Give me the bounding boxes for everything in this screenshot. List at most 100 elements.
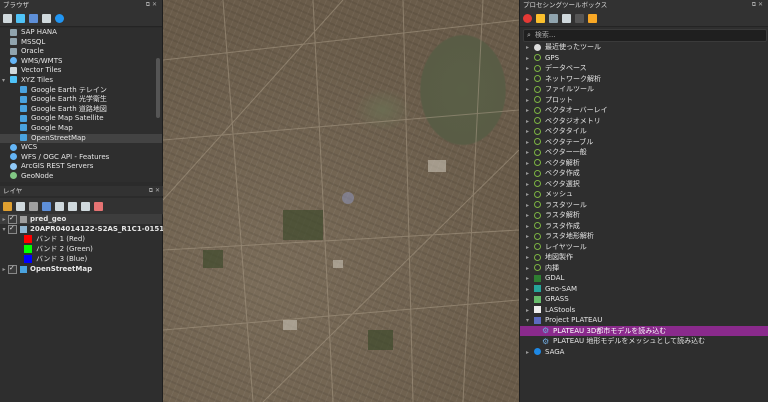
- history-icon[interactable]: [549, 13, 558, 23]
- toolbox-item-lastools[interactable]: ▸ LAStools: [520, 305, 768, 316]
- xyz-tiles-icon: [10, 76, 17, 84]
- layer-openstreetmap[interactable]: ▸OpenStreetMap: [0, 263, 162, 275]
- qgis-icon: [534, 211, 541, 219]
- geonode-icon: [10, 172, 17, 180]
- layer-checkbox[interactable]: [8, 263, 17, 274]
- layer-raster[interactable]: ▾20APR04014122-S2AS_R1C1-01519: [0, 223, 169, 234]
- info-icon[interactable]: [55, 13, 64, 23]
- toolbox-item-plateau-3d-city[interactable]: ⚙ PLATEAU 3D都市モデルを読み込む: [520, 325, 768, 336]
- options-icon[interactable]: [588, 13, 597, 23]
- gear-icon: ⚙: [542, 326, 550, 335]
- panel-window-controls[interactable]: ⧉✕: [146, 0, 159, 10]
- toolbox-item-grass[interactable]: ▸ GRASS: [520, 294, 768, 305]
- tree-item-openstreetmap[interactable]: OpenStreetMap: [0, 133, 162, 144]
- toolbox-search-input[interactable]: ⌕ 検索...: [523, 29, 767, 42]
- tree-item-xyz-child[interactable]: Google Earth 光学衛生: [0, 95, 162, 105]
- tree-item-xyz-tiles[interactable]: ▾ XYZ Tiles: [0, 76, 162, 86]
- toolbox-item[interactable]: ▸ ベクター一般: [520, 147, 768, 158]
- tree-item-oracle[interactable]: Oracle: [0, 47, 162, 57]
- remove-layer-icon[interactable]: [94, 201, 103, 211]
- tree-item-xyz-child[interactable]: Google Earth 道路地図: [0, 105, 162, 115]
- toolbox-item[interactable]: ▸ ラスタ作成: [520, 221, 768, 232]
- panel-window-controls[interactable]: ⧉✕: [149, 186, 162, 196]
- layer-pred-geo[interactable]: ▸pred_geo: [0, 213, 162, 224]
- qgis-icon: [534, 232, 541, 240]
- qgis-icon: [534, 264, 541, 271]
- tree-item-xyz-child[interactable]: Google Map: [0, 124, 162, 134]
- collapse-all-icon[interactable]: [42, 13, 51, 23]
- tree-item-xyz-child[interactable]: Google Earth テレイン: [0, 86, 162, 96]
- tree-item-wfs[interactable]: WFS / OGC API - Features: [0, 153, 162, 163]
- browser-toolbar: [0, 10, 162, 27]
- toolbox-item[interactable]: ▸ ラスタ解析: [520, 210, 768, 221]
- tree-item-vector-tiles[interactable]: Vector Tiles: [0, 66, 162, 76]
- filter-icon[interactable]: [29, 13, 38, 23]
- toolbox-item[interactable]: ▸ ベクタ作成: [520, 168, 768, 179]
- toolbox-panel-title: プロセシングツールボックス ⧉✕: [520, 0, 768, 10]
- toolbox-item[interactable]: ▸ GPS: [520, 53, 768, 64]
- qgis-icon: [534, 127, 541, 135]
- toolbox-item[interactable]: ▸ ベクタジオメトリ: [520, 116, 768, 127]
- toolbox-item[interactable]: ▸ プロット: [520, 95, 768, 106]
- toolbox-item[interactable]: ▸ 内挿: [520, 263, 768, 274]
- refresh-icon[interactable]: [16, 13, 25, 23]
- sap-hana-icon: [10, 28, 17, 36]
- toolbox-item[interactable]: ▸ データベース: [520, 63, 768, 74]
- blue-swatch: [24, 255, 32, 263]
- filter-icon[interactable]: [42, 201, 51, 211]
- browser-scrollbar[interactable]: [156, 58, 160, 118]
- tree-item-xyz-child[interactable]: Google Map Satellite: [0, 114, 162, 124]
- visibility-icon[interactable]: [29, 201, 38, 211]
- tree-item-arcgis[interactable]: ArcGIS REST Servers: [0, 162, 162, 172]
- lastools-icon: [534, 306, 541, 313]
- tree-item-sap-hana[interactable]: SAP HANA: [0, 28, 162, 38]
- toolbox-item[interactable]: ▸ ベクタ選択: [520, 179, 768, 190]
- tree-item-wcs[interactable]: WCS: [0, 143, 162, 153]
- toolbox-item[interactable]: ▸ メッシュ: [520, 189, 768, 200]
- expand-all-icon[interactable]: [68, 201, 77, 211]
- tree-item-geonode[interactable]: GeoNode: [0, 172, 162, 182]
- toolbox-item-plateau-terrain[interactable]: ⚙ PLATEAU 地形モデルをメッシュとして読み込む: [520, 336, 768, 347]
- models-icon[interactable]: [523, 13, 532, 23]
- toolbox-item[interactable]: ▸ 最近使ったツール: [520, 42, 768, 53]
- style-icon[interactable]: [3, 201, 12, 211]
- gear-icon: ⚙: [542, 336, 550, 346]
- panel-window-controls[interactable]: ⧉✕: [752, 0, 765, 10]
- chevron-right-icon[interactable]: ▸: [526, 348, 534, 359]
- add-group-icon[interactable]: [16, 201, 25, 211]
- toolbox-item-gdal[interactable]: ▸ GDAL: [520, 273, 768, 284]
- chevron-down-icon[interactable]: ▾: [2, 76, 10, 86]
- toolbox-item[interactable]: ▸ レイヤツール: [520, 242, 768, 253]
- toolbox-item[interactable]: ▸ ベクタオーバーレイ: [520, 105, 768, 116]
- collapse-all-icon[interactable]: [81, 201, 90, 211]
- grid-icon: [20, 86, 27, 94]
- layer-checkbox[interactable]: [8, 223, 17, 234]
- wms-icon: [10, 57, 17, 65]
- toolbox-item[interactable]: ▸ 地図製作: [520, 252, 768, 263]
- toolbox-item[interactable]: ▸ ファイルツール: [520, 84, 768, 95]
- expression-filter-icon[interactable]: [55, 201, 64, 211]
- toolbox-item-plateau[interactable]: ▾ Project PLATEAU: [520, 315, 768, 326]
- tree-item-mssql[interactable]: MSSQL: [0, 38, 162, 48]
- toolbox-item[interactable]: ▸ ベクタ解析: [520, 158, 768, 169]
- qgis-icon: [534, 64, 541, 72]
- toolbox-item[interactable]: ▸ ベクタタイル: [520, 126, 768, 137]
- toolbox-item-geo-sam[interactable]: ▸ Geo-SAM: [520, 284, 768, 295]
- tree-item-wms[interactable]: WMS/WMTS: [0, 57, 162, 67]
- toolbox-item[interactable]: ▸ ネットワーク解析: [520, 74, 768, 85]
- add-layer-icon[interactable]: [3, 13, 12, 23]
- processing-toolbox: プロセシングツールボックス ⧉✕ ⌕ 検索... ▸ 最近使ったツール ▸ GPS ▸…: [520, 0, 768, 402]
- scripts-icon[interactable]: [536, 13, 545, 23]
- qgis-icon: [534, 159, 541, 166]
- qgis-icon: [534, 180, 541, 187]
- toolbox-item[interactable]: ▸ ベクタテーブル: [520, 137, 768, 148]
- edit-features-icon[interactable]: [575, 13, 584, 23]
- results-icon[interactable]: [562, 13, 571, 23]
- chevron-right-icon[interactable]: ▸: [0, 265, 8, 275]
- toolbox-item-saga[interactable]: ▸ SAGA: [520, 347, 768, 358]
- toolbox-toolbar: [520, 10, 768, 27]
- green-swatch: [24, 245, 32, 253]
- toolbox-item[interactable]: ▸ ラスタ地形解析: [520, 231, 768, 242]
- map-canvas[interactable]: [163, 0, 519, 402]
- toolbox-item[interactable]: ▸ ラスタツール: [520, 200, 768, 211]
